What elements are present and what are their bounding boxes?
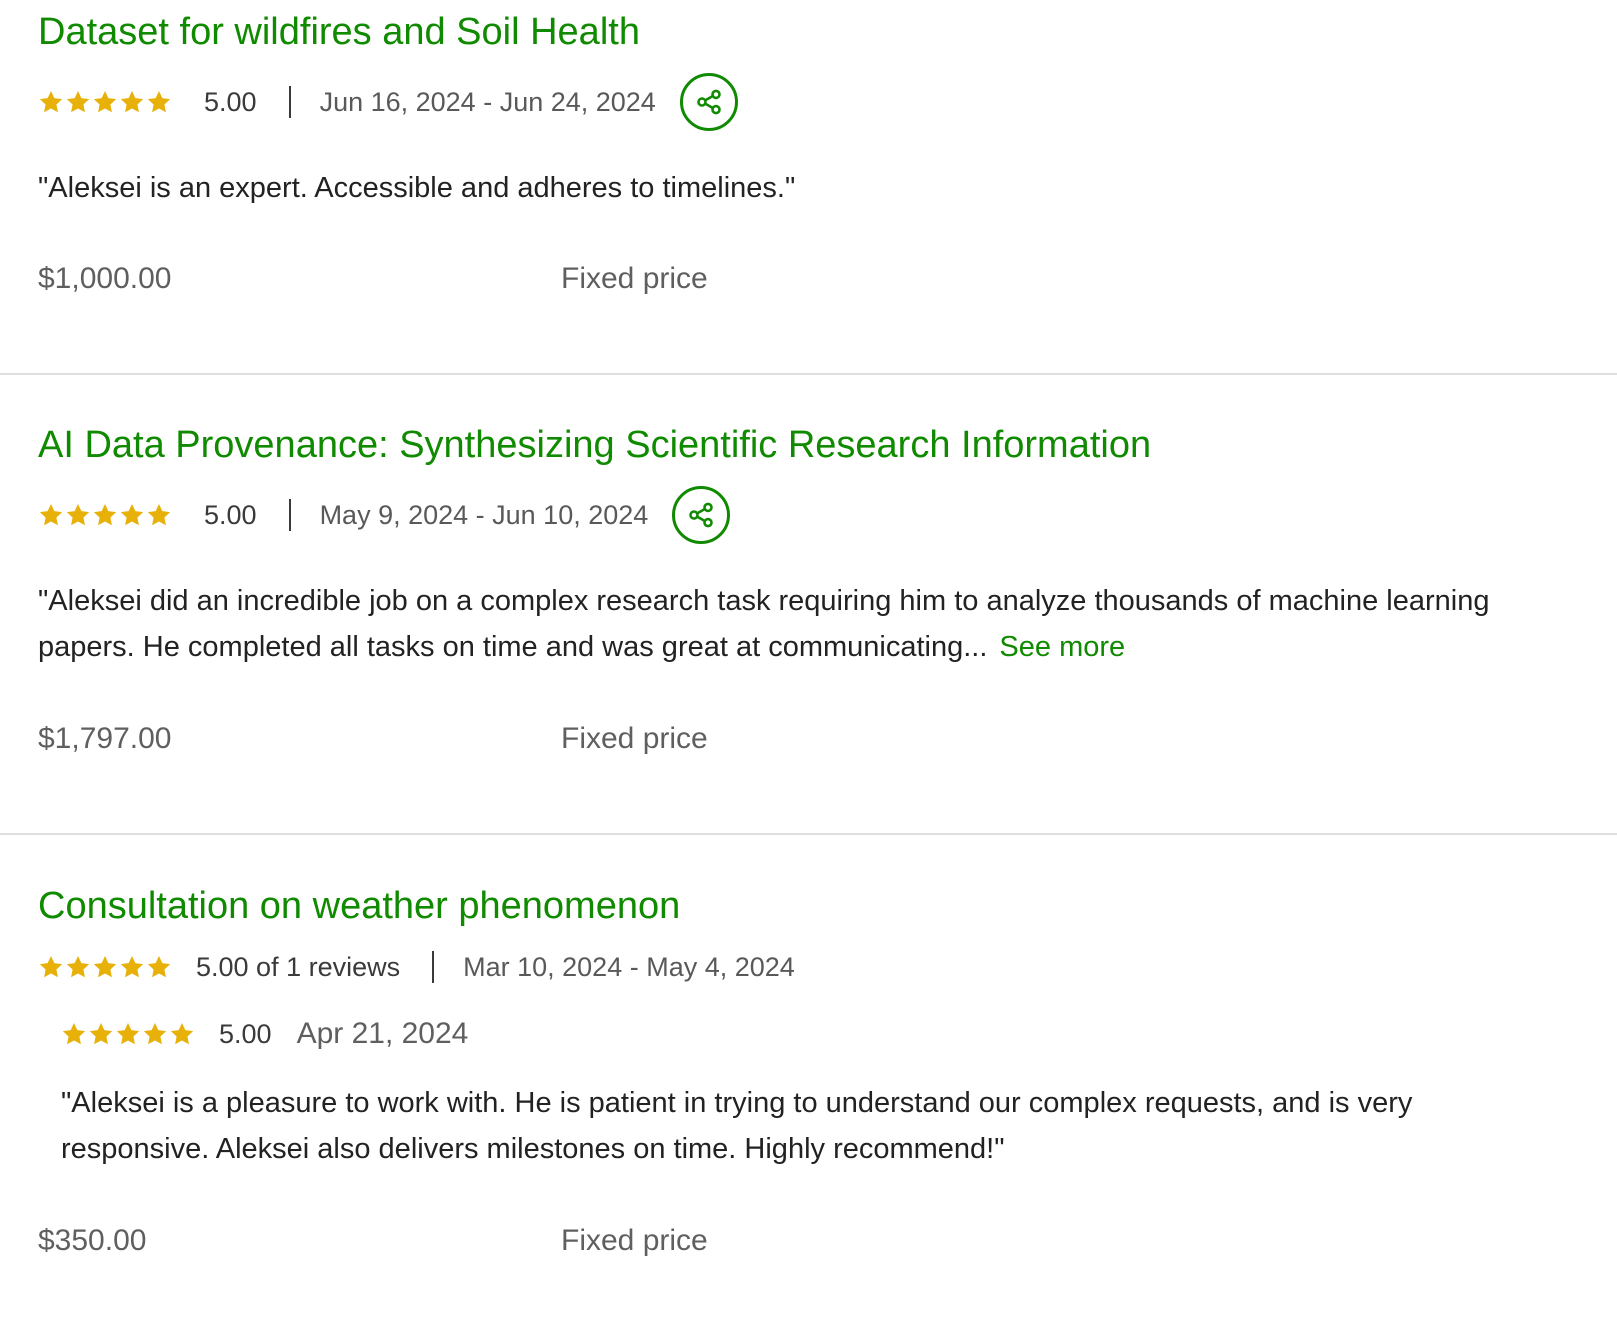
job-dates: Jun 16, 2024 - Jun 24, 2024: [319, 86, 656, 117]
star-icon: [119, 502, 145, 528]
section-divider: [0, 833, 1617, 835]
price-type: Fixed price: [561, 1224, 708, 1257]
star-icon: [61, 1021, 87, 1047]
job-title-link[interactable]: Dataset for wildfires and Soil Health: [38, 13, 640, 51]
star-icon: [88, 1021, 114, 1047]
star-rating: [38, 502, 172, 528]
star-icon: [38, 502, 64, 528]
share-button[interactable]: [672, 486, 731, 544]
job-price: $1,000.00: [38, 262, 172, 295]
job-title-link[interactable]: AI Data Provenance: Synthesizing Scienti…: [38, 426, 1151, 464]
star-icon: [65, 89, 91, 115]
job-meta-row: 5.00 Jun 16, 2024 - Jun 24, 2024: [38, 73, 738, 131]
review-text: "Aleksei did an incredible job on a comp…: [38, 578, 1557, 670]
job-title-link[interactable]: Consultation on weather phenomenon: [38, 887, 680, 925]
star-icon: [65, 502, 91, 528]
job-price: $350.00: [38, 1224, 147, 1257]
share-icon: [687, 501, 715, 529]
job-dates: Mar 10, 2024 - May 4, 2024: [463, 951, 795, 982]
job-meta-row: 5.00 of 1 reviews Mar 10, 2024 - May 4, …: [38, 947, 795, 987]
star-icon: [65, 954, 91, 980]
review-body: "Aleksei did an incredible job on a comp…: [38, 585, 1490, 663]
job-meta-row: 5.00 May 9, 2024 - Jun 10, 2024: [38, 486, 731, 544]
star-icon: [142, 1021, 168, 1047]
star-icon: [119, 89, 145, 115]
rating-value: 5.00: [204, 86, 257, 117]
review-text: "Aleksei is an expert. Accessible and ad…: [38, 172, 796, 204]
rating-value: 5.00 of 1 reviews: [196, 951, 401, 982]
job-price: $1,797.00: [38, 722, 172, 755]
meta-divider: [288, 499, 291, 531]
star-rating: [61, 1021, 195, 1047]
client-review-header: 5.00 Apr 21, 2024: [61, 1014, 468, 1054]
section-divider: [0, 373, 1617, 375]
star-rating: [38, 954, 172, 980]
rating-value: 5.00: [219, 1018, 272, 1049]
meta-divider: [432, 951, 435, 983]
star-rating: [38, 89, 172, 115]
meta-divider: [288, 86, 291, 118]
star-icon: [92, 954, 118, 980]
star-icon: [115, 1021, 141, 1047]
star-icon: [92, 502, 118, 528]
review-date: Apr 21, 2024: [296, 1017, 469, 1050]
star-icon: [92, 89, 118, 115]
star-icon: [38, 954, 64, 980]
share-icon: [695, 88, 723, 116]
price-type: Fixed price: [561, 262, 708, 295]
star-icon: [119, 954, 145, 980]
star-icon: [38, 89, 64, 115]
see-more-link[interactable]: See more: [999, 631, 1125, 663]
star-icon: [146, 89, 172, 115]
star-icon: [146, 954, 172, 980]
job-dates: May 9, 2024 - Jun 10, 2024: [319, 499, 649, 530]
star-icon: [146, 502, 172, 528]
share-button[interactable]: [679, 73, 738, 131]
rating-value: 5.00: [204, 499, 257, 530]
review-text: "Aleksei is a pleasure to work with. He …: [61, 1087, 1413, 1165]
price-type: Fixed price: [561, 722, 708, 755]
star-icon: [169, 1021, 195, 1047]
